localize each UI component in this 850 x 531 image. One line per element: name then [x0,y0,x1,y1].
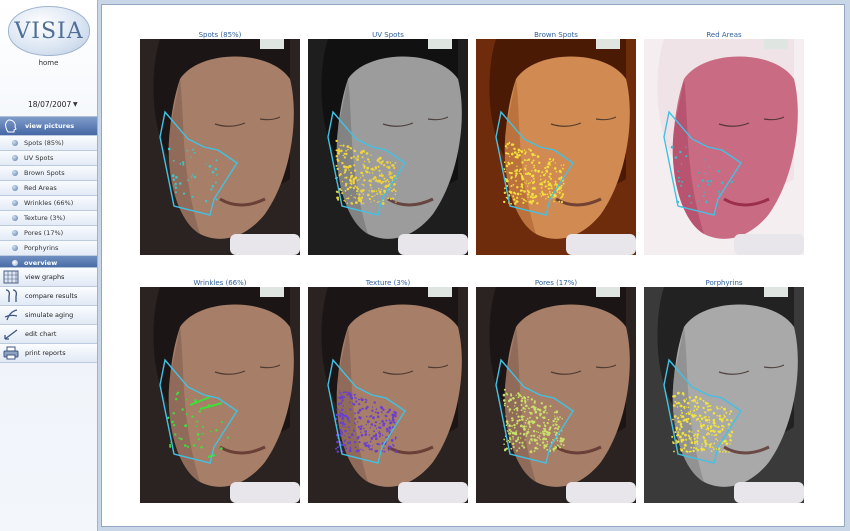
menu-item-label: Porphyrins [24,244,59,252]
menu-item-porphyrins[interactable]: Porphyrins [0,241,97,256]
thumb-title: UV Spots [372,31,404,39]
thumb-red-areas[interactable] [644,39,804,255]
bullet-icon [12,260,18,266]
thumb-title: Porphyrins [705,279,743,287]
printer-icon [3,346,19,360]
menu-item-pores[interactable]: Pores (17%) [0,226,97,241]
edit-chart-label: edit chart [25,330,57,338]
face-image [140,39,300,255]
face-image [308,287,468,503]
home-link[interactable]: home [0,59,97,67]
view-graphs-label: view graphs [25,273,65,281]
menu-item-label: Texture (3%) [24,214,66,222]
view-pictures-label: view pictures [25,122,75,130]
compare-results-button[interactable]: compare results [0,287,97,306]
print-reports-button[interactable]: print reports [0,344,97,363]
graph-grid-icon [3,270,19,284]
view-pictures-menu: view pictures Spots (85%) UV Spots Brown… [0,116,97,271]
menu-item-label: Pores (17%) [24,229,64,237]
face-image [476,287,636,503]
thumb-porphyrins[interactable] [644,287,804,503]
thumb-title: Wrinkles (66%) [193,279,247,287]
menu-item-wrinkles[interactable]: Wrinkles (66%) [0,196,97,211]
face-image [476,39,636,255]
compare-results-label: compare results [25,292,78,300]
thumb-title: Brown Spots [534,31,578,39]
menu-item-brown-spots[interactable]: Brown Spots [0,166,97,181]
thumb-wrinkles[interactable] [140,287,300,503]
thumb-title: Spots (85%) [198,31,242,39]
bullet-icon [12,155,18,161]
face-image [140,287,300,503]
menu-item-spots[interactable]: Spots (85%) [0,136,97,151]
menu-item-texture[interactable]: Texture (3%) [0,211,97,226]
actions-menu: view graphs compare results simulate agi… [0,267,97,363]
bullet-icon [12,230,18,236]
thumb-spots[interactable] [140,39,300,255]
menu-item-label: Wrinkles (66%) [24,199,74,207]
thumb-uv-spots[interactable] [308,39,468,255]
thumb-pores[interactable] [476,287,636,503]
face-image [308,39,468,255]
menu-item-label: UV Spots [24,154,54,162]
bullet-icon [12,200,18,206]
thumb-title: Texture (3%) [365,279,411,287]
menu-item-label: overview [24,259,58,267]
thumb-title: Pores (17%) [534,279,578,287]
bullet-icon [12,140,18,146]
bullet-icon [12,170,18,176]
edit-chart-button[interactable]: edit chart [0,325,97,344]
face-image [644,287,804,503]
logo-text: VISIA [14,18,84,44]
print-reports-label: print reports [25,349,66,357]
simulate-aging-label: simulate aging [25,311,74,319]
view-graphs-button[interactable]: view graphs [0,268,97,287]
simulate-aging-button[interactable]: simulate aging [0,306,97,325]
compare-faces-icon [5,289,18,302]
face-image [644,39,804,255]
bullet-icon [12,215,18,221]
thumb-texture[interactable] [308,287,468,503]
menu-item-uv-spots[interactable]: UV Spots [0,151,97,166]
overview-panel: Spots (85%) UV Spots Brown Spots Red Are… [101,4,845,527]
thumb-title: Red Areas [706,31,742,39]
bullet-icon [12,185,18,191]
sidebar: VISIA home 18/07/2007 ▼ view pictures Sp… [0,0,98,531]
bullet-icon [12,245,18,251]
menu-item-label: Brown Spots [24,169,65,177]
menu-item-label: Spots (85%) [24,139,64,147]
view-pictures-button[interactable]: view pictures [0,117,97,136]
edit-chart-icon [4,329,18,340]
menu-item-red-areas[interactable]: Red Areas [0,181,97,196]
visia-logo[interactable]: VISIA [8,6,90,56]
date-selector[interactable]: 18/07/2007 [28,100,71,109]
dropdown-arrow-icon[interactable]: ▼ [73,101,78,108]
aging-face-icon [4,309,18,321]
profile-face-icon [5,119,17,133]
thumb-brown-spots[interactable] [476,39,636,255]
menu-item-label: Red Areas [24,184,57,192]
